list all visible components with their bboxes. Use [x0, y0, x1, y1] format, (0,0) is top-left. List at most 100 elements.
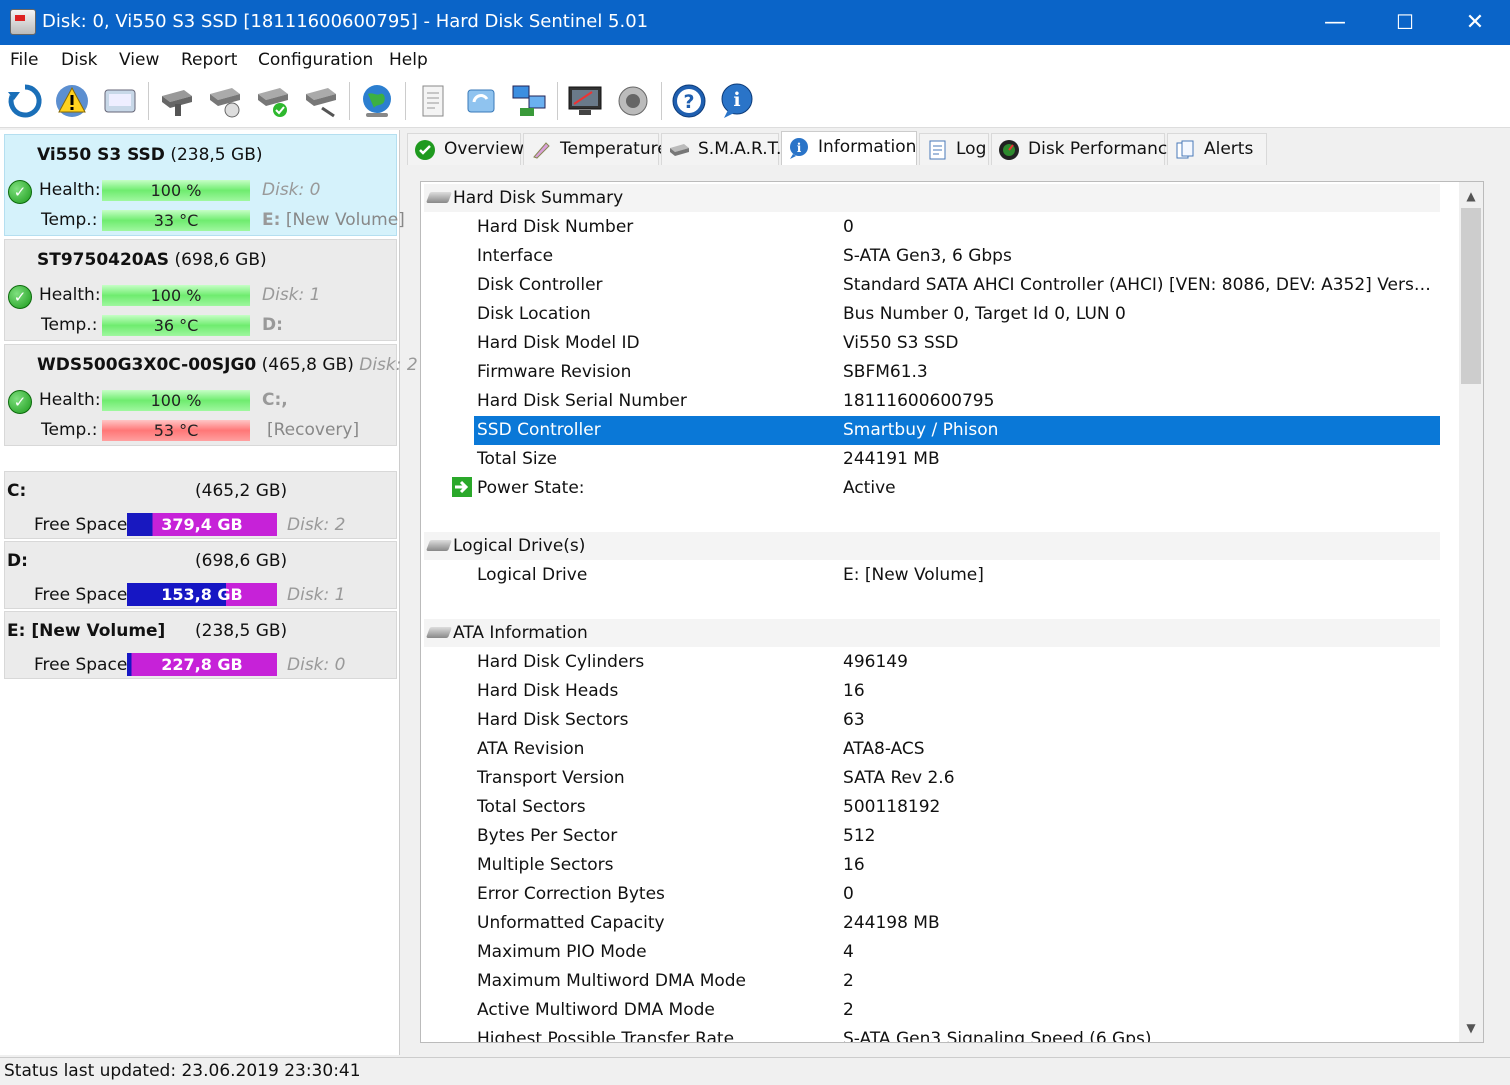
table-row[interactable]: Total Sectors 500118192	[474, 793, 1440, 822]
scrollbar-thumb[interactable]	[1461, 208, 1481, 384]
volume-card-d[interactable]: D: (698,6 GB) Free Space 153,8 GB Disk: …	[4, 541, 397, 609]
tab-disk-performance[interactable]: Disk Performance	[991, 133, 1178, 165]
health-label: Health:	[39, 285, 101, 305]
row-key: Hard Disk Cylinders	[477, 652, 645, 672]
tab-alerts[interactable]: Alerts	[1167, 133, 1267, 165]
alert-warning-icon[interactable]	[53, 82, 91, 120]
minimize-button[interactable]: —	[1300, 0, 1370, 45]
row-key: Maximum Multiword DMA Mode	[477, 971, 747, 991]
row-value: Bus Number 0, Target Id 0, LUN 0	[843, 304, 1126, 324]
toolbar-separator	[557, 82, 558, 120]
disk-card-0[interactable]: Vi550 S3 SSD (238,5 GB) ✓ Health: 100 % …	[4, 134, 405, 236]
disk-index: Disk: 1	[262, 285, 321, 305]
sound-icon[interactable]	[614, 82, 652, 120]
report-icon[interactable]	[414, 82, 452, 120]
table-row[interactable]: Multiple Sectors 16	[474, 851, 1440, 880]
table-row[interactable]: Highest Possible Transfer Rate S-ATA Gen3…	[474, 1025, 1440, 1042]
volume-card-e[interactable]: E: [New Volume] (238,5 GB) Free Space 22…	[4, 611, 397, 679]
section-ata-information[interactable]: ATA Information	[424, 619, 1440, 647]
app-icon[interactable]	[10, 9, 36, 35]
table-row[interactable]: Active Multiword DMA Mode 2	[474, 996, 1440, 1025]
maximize-button[interactable]: ☐	[1370, 0, 1440, 45]
disk-settings-icon[interactable]	[302, 82, 340, 120]
tab-label: Temperature	[560, 139, 668, 159]
menu-view[interactable]: View	[119, 50, 159, 70]
monitor-icon[interactable]	[566, 82, 604, 120]
vertical-scrollbar[interactable]: ▲ ▼	[1459, 182, 1483, 1042]
table-row[interactable]: Hard Disk Cylinders 496149	[474, 648, 1440, 677]
volume-size: (238,5 GB)	[195, 621, 288, 641]
table-row[interactable]: Total Size 244191 MB	[474, 445, 1440, 474]
free-space-label: Free Space	[34, 585, 128, 605]
disk-card-1[interactable]: ST9750420AS (698,6 GB) ✓ Health: 100 % D…	[4, 239, 397, 341]
row-key: Maximum PIO Mode	[477, 942, 647, 962]
window-title: Disk: 0, Vi550 S3 SSD [18111600600795] -…	[42, 11, 649, 32]
table-row[interactable]: Hard Disk Sectors 63	[474, 706, 1440, 735]
help-icon[interactable]: ?	[670, 82, 708, 120]
row-key: Multiple Sectors	[477, 855, 614, 875]
globe-icon[interactable]	[358, 82, 396, 120]
row-value: SBFM61.3	[843, 362, 928, 382]
row-key: Total Size	[477, 449, 558, 469]
update-icon[interactable]	[462, 82, 500, 120]
scroll-down-arrow-icon[interactable]: ▼	[1459, 1016, 1483, 1040]
table-row[interactable]: Maximum PIO Mode 4	[474, 938, 1440, 967]
table-row[interactable]: Bytes Per Sector 512	[474, 822, 1440, 851]
table-row[interactable]: Interface S-ATA Gen3, 6 Gbps	[474, 242, 1440, 271]
menu-disk[interactable]: Disk	[61, 50, 98, 70]
close-button[interactable]: ✕	[1440, 0, 1510, 45]
menu-configuration[interactable]: Configuration	[258, 50, 373, 70]
tab-overview[interactable]: Overview	[407, 133, 524, 165]
volume-card-c[interactable]: C: (465,2 GB) Free Space 379,4 GB Disk: …	[4, 471, 397, 539]
table-row[interactable]: Hard Disk Serial Number 18111600600795	[474, 387, 1440, 416]
table-row[interactable]: ATA Revision ATA8-ACS	[474, 735, 1440, 764]
table-row[interactable]: Transport Version SATA Rev 2.6	[474, 764, 1440, 793]
disk-surface-test-icon[interactable]	[206, 82, 244, 120]
section-logical-drives[interactable]: Logical Drive(s)	[424, 532, 1440, 560]
disk-card-2[interactable]: WDS500G3X0C-00SJG0 (465,8 GB) Disk: 2 ✓ …	[4, 344, 418, 446]
volume-name: [New Volume]	[285, 210, 405, 230]
information-panel: Hard Disk Summary Hard Disk Number 0 Inte…	[420, 181, 1484, 1043]
disk-size: (465,8 GB)	[261, 355, 354, 375]
volume-size: (698,6 GB)	[195, 551, 288, 571]
row-key: Disk Controller	[477, 275, 603, 295]
table-row[interactable]: Firmware Revision SBFM61.3	[474, 358, 1440, 387]
disk-ok-icon[interactable]	[254, 82, 292, 120]
table-row[interactable]: Hard Disk Number 0	[474, 213, 1440, 242]
table-row[interactable]: Power State: Active	[450, 474, 1440, 503]
disk-info-icon[interactable]	[101, 82, 139, 120]
scroll-up-arrow-icon[interactable]: ▲	[1459, 184, 1483, 208]
table-row-selected[interactable]: SSD Controller Smartbuy / Phison	[474, 416, 1440, 445]
table-row[interactable]: Disk Location Bus Number 0, Target Id 0, …	[474, 300, 1440, 329]
refresh-icon[interactable]	[6, 82, 44, 120]
tab-log[interactable]: Log	[919, 133, 989, 165]
menu-help[interactable]: Help	[389, 50, 428, 70]
row-value: Active	[843, 478, 896, 498]
free-space-label: Free Space	[34, 515, 128, 535]
tab-information[interactable]: i Information	[781, 131, 917, 165]
section-title: Logical Drive(s)	[453, 536, 586, 556]
table-row[interactable]: Unformatted Capacity 244198 MB	[474, 909, 1440, 938]
thermometer-icon	[533, 142, 550, 159]
table-row[interactable]: Disk Controller Standard SATA AHCI Contro…	[474, 271, 1440, 300]
volume-name: E: [New Volume]	[7, 621, 166, 641]
menu-file[interactable]: File	[10, 50, 38, 70]
row-key: Interface	[477, 246, 554, 266]
menu-report[interactable]: Report	[181, 50, 237, 70]
table-row[interactable]: Hard Disk Model ID Vi550 S3 SSD	[474, 329, 1440, 358]
about-info-icon[interactable]: i	[718, 82, 756, 120]
svg-text:?: ?	[683, 91, 694, 113]
tab-temperature[interactable]: Temperature	[523, 133, 668, 165]
tab-smart[interactable]: S.M.A.R.T.	[661, 133, 781, 165]
table-row[interactable]: Error Correction Bytes 0	[474, 880, 1440, 909]
temp-label: Temp.:	[41, 210, 98, 230]
row-value: SATA Rev 2.6	[843, 768, 955, 788]
network-icon[interactable]	[510, 82, 548, 120]
section-hard-disk-summary[interactable]: Hard Disk Summary	[424, 184, 1440, 212]
table-row[interactable]: Logical Drive E: [New Volume]	[474, 561, 1440, 590]
svg-text:i: i	[797, 141, 802, 155]
disk-test-icon[interactable]	[158, 82, 196, 120]
row-key: Active Multiword DMA Mode	[477, 1000, 715, 1020]
table-row[interactable]: Maximum Multiword DMA Mode 2	[474, 967, 1440, 996]
table-row[interactable]: Hard Disk Heads 16	[474, 677, 1440, 706]
